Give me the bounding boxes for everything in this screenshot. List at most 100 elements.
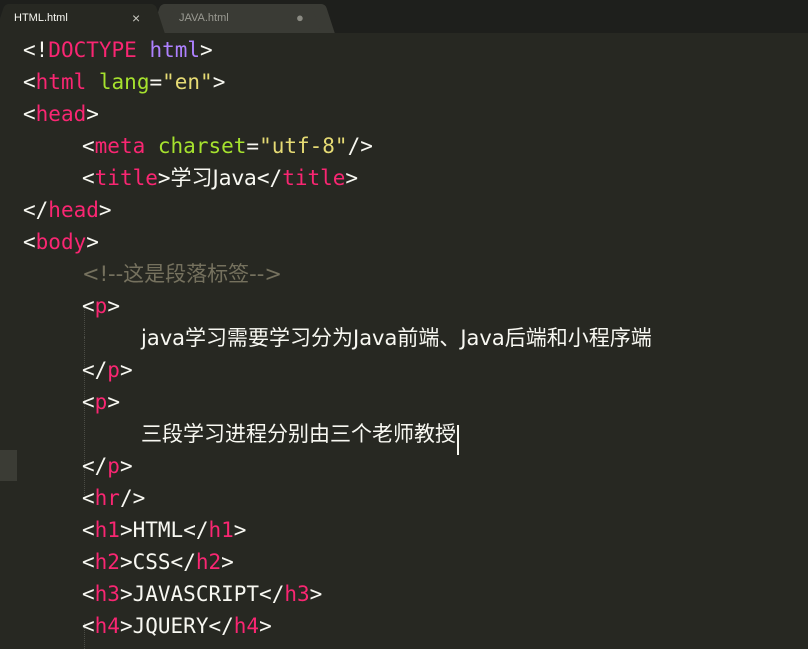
title-text: 学习Java [170,166,257,190]
punct: < [23,230,36,254]
punct: = [149,70,163,94]
tag-name: h2 [94,550,120,574]
punct: </ [82,454,108,478]
tag-name: title [94,166,158,190]
punct: </ [170,550,196,574]
code-line-13[interactable]: 三段学习进程分别由三个老师教授 [141,418,459,455]
punct: > [107,294,120,318]
attribute-value: "en" [162,70,213,94]
tag-name: head [48,198,99,222]
punct: < [82,614,95,638]
punct: </ [23,198,49,222]
tag-name: h4 [233,614,260,638]
punct: < [82,550,95,574]
code-line-16[interactable]: <h1>HTML</h1> [82,514,246,546]
punct: < [82,134,95,158]
code-line-4[interactable]: <meta charset="utf-8"/> [82,130,373,162]
punct: > [86,102,99,126]
tag-name: h1 [94,518,120,542]
punct: > [98,198,112,222]
tab-html-html[interactable]: HTML.html × [0,4,160,33]
code-line-9[interactable]: <p> [82,290,120,322]
punct: </ [259,582,285,606]
punct: > [119,614,133,638]
code-line-2[interactable]: <html lang="en"> [23,66,225,98]
punct: < [23,102,36,126]
paragraph-text: java学习需要学习分为Java前端、Java后端和小程序端 [141,326,652,350]
tag-name: h3 [284,582,310,606]
code-line-3[interactable]: <head> [23,98,99,130]
punct: /> [119,486,146,510]
tab-label: JAVA.html [179,12,229,24]
punct: > [119,454,133,478]
heading-text: HTML [132,518,184,542]
punct: < [23,70,36,94]
tag-name: p [94,390,108,414]
punct: <! [23,38,49,62]
code-line-14[interactable]: </p> [82,450,133,482]
code-line-18[interactable]: <h3>JAVASCRIPT</h3> [82,578,322,610]
punct: < [82,166,95,190]
tag-name: p [94,294,108,318]
code-line-6[interactable]: </head> [23,194,112,226]
punct: < [82,518,95,542]
tag-name: html [35,70,87,94]
code-editor[interactable]: <!DOCTYPE html> <html lang="en"> <head> … [0,33,808,649]
punct: > [212,70,226,94]
punct: </ [82,358,108,382]
code-line-5[interactable]: <title>学习Java</title> [82,162,358,194]
punct: > [221,550,234,574]
punct: > [309,582,323,606]
punct: > [119,518,133,542]
punct: > [157,166,171,190]
text-cursor [457,425,459,455]
sublime-editor-window: JAVA.html ● HTML.html × <!DOCTYPE html> … [0,0,808,649]
heading-text: CSS [132,550,171,574]
punct: > [119,358,133,382]
punct: > [119,550,133,574]
punct: </ [208,614,234,638]
punct: < [82,582,95,606]
punct: < [82,486,95,510]
unsaved-dot-icon[interactable]: ● [296,4,304,32]
code-line-8[interactable]: <!--这是段落标签--> [82,258,282,290]
close-icon[interactable]: × [132,4,140,32]
code-line-1[interactable]: <!DOCTYPE html> [23,34,213,66]
tag-name: p [107,454,120,478]
tag-name: h1 [208,518,234,542]
punct: </ [256,166,283,190]
punct: > [119,582,133,606]
code-line-17[interactable]: <h2>CSS</h2> [82,546,234,578]
code-line-19[interactable]: <h4>JQUERY</h4> [82,610,272,642]
code-line-11[interactable]: </p> [82,354,133,386]
tag-name: meta [94,134,146,158]
tab-java-html[interactable]: JAVA.html ● [156,4,330,33]
punct: < [82,294,95,318]
code-line-10[interactable]: java学习需要学习分为Java前端、Java后端和小程序端 [141,322,652,354]
code-line-12[interactable]: <p> [82,386,120,418]
tab-label: HTML.html [14,12,68,24]
tag-name: p [107,358,120,382]
attribute-name: lang [98,70,150,94]
punct: > [259,614,272,638]
punct: < [82,390,95,414]
punct: = [246,134,260,158]
punct: > [233,518,247,542]
tag-name: title [282,166,346,190]
tag-name: h4 [94,614,120,638]
code-line-15[interactable]: <hr/> [82,482,145,514]
tag-name: h3 [94,582,120,606]
punct: > [200,38,213,62]
punct: </ [183,518,209,542]
tag-name: head [35,102,87,126]
doctype-value: html [149,38,201,62]
punct: > [345,166,359,190]
tag-name: hr [94,486,120,510]
punct: > [86,230,99,254]
comment: <!--这是段落标签--> [82,262,282,286]
attribute-value: "utf-8" [259,134,348,158]
code-line-7[interactable]: <body> [23,226,99,258]
